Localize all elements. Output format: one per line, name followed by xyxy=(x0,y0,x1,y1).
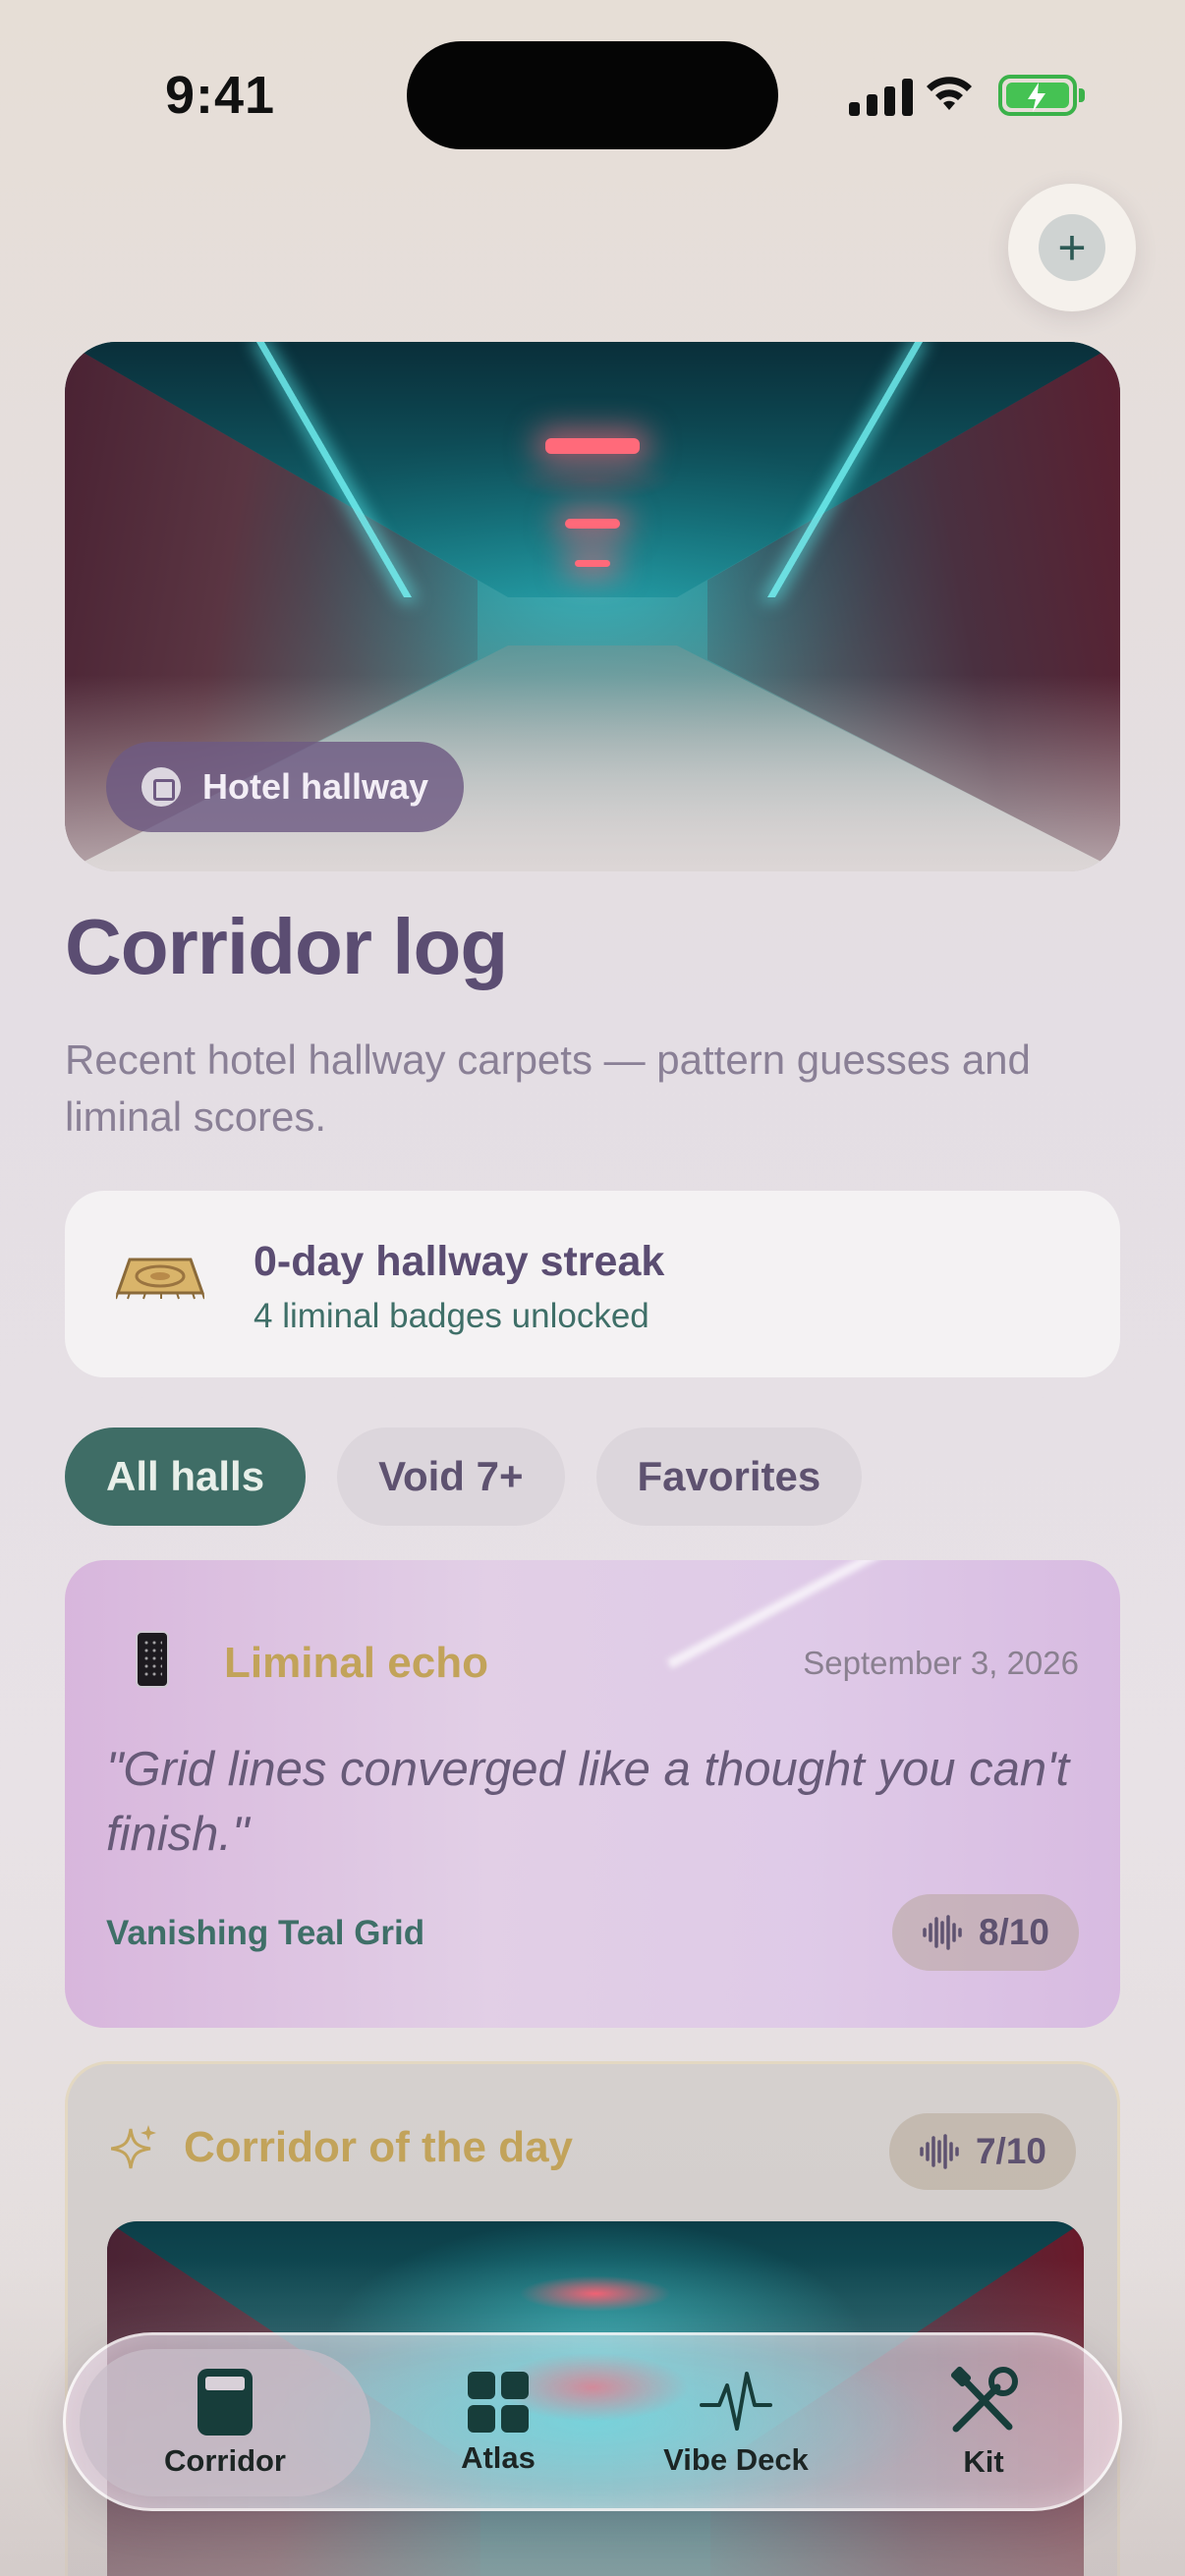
location-tag-label: Hotel hallway xyxy=(202,766,429,807)
filter-bar: All halls Void 7+ Favorites xyxy=(65,1428,863,1526)
filter-all-halls[interactable]: All halls xyxy=(65,1428,307,1526)
streak-card[interactable]: 0-day hallway streak 4 liminal badges un… xyxy=(65,1191,1120,1377)
waveform-icon xyxy=(923,1915,962,1950)
entry-pattern: Vanishing Teal Grid xyxy=(106,1914,425,1952)
tab-vibe-deck-label: Vibe Deck xyxy=(663,2442,809,2477)
tab-atlas[interactable]: Atlas xyxy=(400,2349,596,2496)
location-tag[interactable]: Hotel hallway xyxy=(106,742,465,832)
streak-headline: 0-day hallway streak xyxy=(254,1238,665,1285)
status-time: 9:41 xyxy=(165,66,276,125)
phone-card-icon xyxy=(198,2369,253,2436)
cellular-signal-icon xyxy=(849,77,913,116)
plus-icon: + xyxy=(1039,214,1105,281)
grid-icon xyxy=(468,2372,529,2433)
building-icon xyxy=(141,767,181,807)
tab-kit[interactable]: Kit xyxy=(875,2349,1092,2496)
daily-heading: Corridor of the day xyxy=(184,2123,574,2171)
waveform-icon xyxy=(920,2134,959,2169)
entry-date: September 3, 2026 xyxy=(803,1645,1079,1681)
entry-card[interactable]: Liminal echo September 3, 2026 "Grid lin… xyxy=(65,1560,1120,2028)
entry-score-value: 8/10 xyxy=(978,1912,1049,1952)
filter-favorites[interactable]: Favorites xyxy=(595,1428,863,1526)
waveform-icon xyxy=(700,2372,772,2431)
carpet-icon xyxy=(116,1258,204,1300)
tab-atlas-label: Atlas xyxy=(461,2440,536,2475)
daily-score-value: 7/10 xyxy=(975,2131,1046,2171)
tab-bar: Corridor Atlas Vibe Deck Kit xyxy=(63,2332,1122,2511)
tab-corridor-label: Corridor xyxy=(164,2443,286,2478)
entry-category: Liminal echo xyxy=(224,1639,488,1687)
phone-icon xyxy=(136,1631,169,1688)
page-title: Corridor log xyxy=(65,903,508,990)
entry-score-badge: 8/10 xyxy=(891,1894,1079,1971)
add-entry-button[interactable]: + xyxy=(1008,184,1136,311)
wifi-icon xyxy=(927,77,972,110)
filter-void-7-plus[interactable]: Void 7+ xyxy=(337,1428,565,1526)
entry-quote: "Grid lines converged like a thought you… xyxy=(106,1743,1070,1861)
battery-icon xyxy=(998,75,1085,116)
tab-kit-label: Kit xyxy=(963,2444,1004,2479)
dynamic-island xyxy=(407,41,778,149)
tab-corridor[interactable]: Corridor xyxy=(80,2349,370,2496)
tools-icon xyxy=(950,2366,1018,2433)
hero-image[interactable]: Hotel hallway xyxy=(65,342,1120,871)
status-bar: 9:41 xyxy=(0,0,1185,187)
daily-score-badge: 7/10 xyxy=(888,2113,1076,2190)
sparkle-icon xyxy=(111,2125,156,2169)
streak-badges: 4 liminal badges unlocked xyxy=(254,1297,649,1335)
page-subtitle: Recent hotel hallway carpets — pattern g… xyxy=(65,1036,1031,1140)
tab-vibe-deck[interactable]: Vibe Deck xyxy=(618,2349,854,2496)
